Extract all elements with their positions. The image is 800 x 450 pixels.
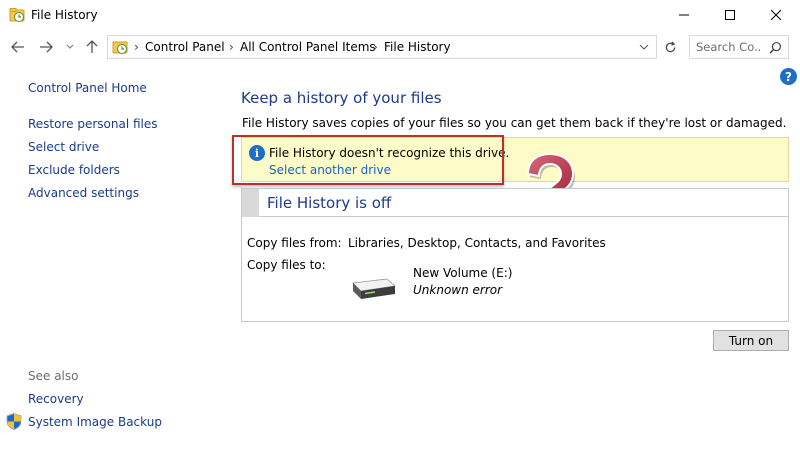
maximize-icon <box>725 10 735 20</box>
search-box[interactable] <box>689 35 789 59</box>
title-bar: File History <box>0 0 800 31</box>
search-icon <box>769 41 782 54</box>
see-also-label: See also <box>28 369 79 383</box>
breadcrumb-file-history[interactable]: File History <box>384 40 451 54</box>
recent-locations-button[interactable] <box>62 39 78 55</box>
chevron-down-icon <box>66 44 74 49</box>
close-button[interactable] <box>753 0 799 30</box>
back-button[interactable] <box>10 39 26 55</box>
refresh-button[interactable] <box>658 35 682 59</box>
breadcrumb-all-items[interactable]: All Control Panel Items <box>240 40 376 54</box>
page-description: File History saves copies of your files … <box>242 116 787 130</box>
breadcrumb-separator-icon: › <box>134 40 139 54</box>
restore-personal-files-link[interactable]: Restore personal files <box>28 117 158 131</box>
status-title: File History is off <box>267 194 392 212</box>
search-input[interactable] <box>696 40 762 54</box>
up-button[interactable] <box>84 39 100 55</box>
file-history-window: File History › Control Panel › All Contr… <box>0 0 800 450</box>
exclude-folders-link[interactable]: Exclude folders <box>28 163 120 177</box>
drive-icon <box>352 278 396 299</box>
forward-button[interactable] <box>38 39 54 55</box>
minimize-icon <box>679 14 689 16</box>
copy-from-label: Copy files from: <box>247 236 342 250</box>
control-panel-home-link[interactable]: Control Panel Home <box>28 81 147 95</box>
breadcrumb-control-panel[interactable]: Control Panel <box>145 40 225 54</box>
maximize-button[interactable] <box>707 0 753 30</box>
back-arrow-icon <box>11 41 24 53</box>
turn-on-button[interactable]: Turn on <box>713 330 789 351</box>
address-dropdown-icon[interactable] <box>638 42 650 52</box>
minimize-button[interactable] <box>661 0 707 30</box>
shield-icon <box>6 413 22 430</box>
window-title: File History <box>31 8 98 22</box>
copy-to-label: Copy files to: <box>247 258 326 272</box>
refresh-icon <box>665 41 675 52</box>
highlight-frame <box>232 135 504 185</box>
address-bar[interactable]: › Control Panel › All Control Panel Item… <box>107 35 657 59</box>
help-button[interactable]: ? <box>780 68 797 85</box>
drive-name: New Volume (E:) <box>413 266 513 280</box>
file-history-icon <box>112 41 128 54</box>
breadcrumb-separator-icon: › <box>373 40 378 54</box>
help-icon: ? <box>785 69 792 84</box>
copy-from-value: Libraries, Desktop, Contacts, and Favori… <box>348 236 606 250</box>
advanced-settings-link[interactable]: Advanced settings <box>28 186 139 200</box>
status-accent <box>242 189 259 217</box>
forward-arrow-icon <box>40 41 53 53</box>
recovery-link[interactable]: Recovery <box>28 392 84 406</box>
select-drive-link[interactable]: Select drive <box>28 140 99 154</box>
breadcrumb-separator-icon: › <box>229 40 234 54</box>
file-history-icon <box>9 8 25 22</box>
drive-status: Unknown error <box>413 283 503 297</box>
page-title: Keep a history of your files <box>241 89 442 107</box>
up-arrow-icon <box>86 40 98 53</box>
system-image-backup-link[interactable]: System Image Backup <box>28 415 162 429</box>
close-icon <box>771 10 781 20</box>
